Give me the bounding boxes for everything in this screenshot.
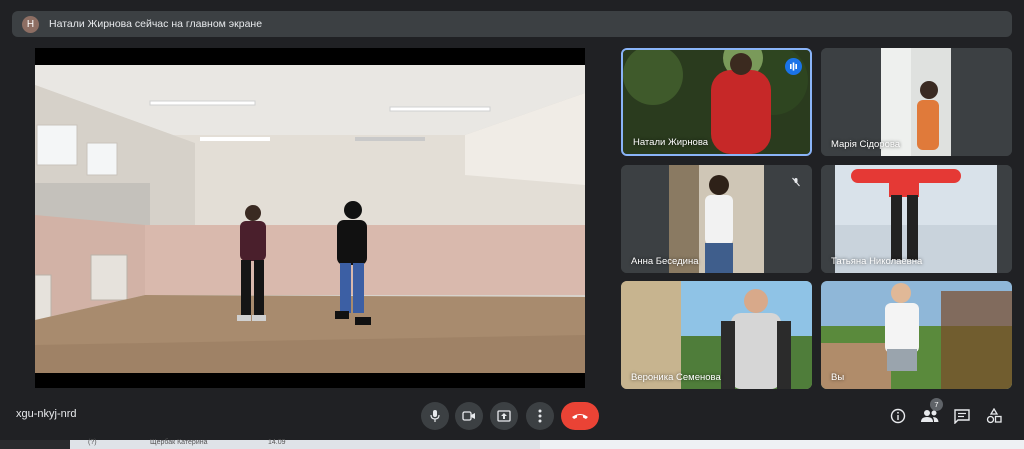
main-video-frame xyxy=(35,65,585,373)
mic-muted-indicator xyxy=(787,173,804,190)
strip-help-text: (?) xyxy=(88,439,97,446)
participant-tile[interactable]: Вероника Семенова xyxy=(621,281,812,389)
participant-video xyxy=(821,281,1012,389)
notice-text: Натали Жирнова сейчас на главном экране xyxy=(49,18,263,30)
meeting-info-button[interactable] xyxy=(886,404,910,428)
main-video[interactable] xyxy=(35,48,585,388)
background-window-strip: (?) Щербак Катерина 14.09 xyxy=(0,439,1024,449)
background-window-right xyxy=(540,440,1024,449)
participant-tile[interactable]: Татьяна Николаевна xyxy=(821,165,1012,273)
chat-button[interactable] xyxy=(950,404,974,428)
activities-icon xyxy=(986,408,1002,424)
audio-wave-icon xyxy=(790,62,797,71)
activities-button[interactable] xyxy=(982,404,1006,428)
more-icon xyxy=(538,409,542,423)
meet-window: Н Натали Жирнова сейчас на главном экран… xyxy=(0,0,1024,449)
mic-icon xyxy=(430,410,440,422)
chat-icon xyxy=(954,408,970,424)
camera-button[interactable] xyxy=(455,402,483,430)
present-button[interactable] xyxy=(490,402,518,430)
participant-count-badge: 7 xyxy=(930,398,943,411)
dance-hall-scene xyxy=(35,65,585,373)
end-call-button[interactable] xyxy=(561,402,599,430)
background-window: (?) Щербак Катерина 14.09 xyxy=(70,439,540,449)
end-call-icon xyxy=(572,414,588,419)
presenter-notice: Н Натали Жирнова сейчас на главном экран… xyxy=(12,11,1012,37)
participant-tile[interactable]: Анна Беседина xyxy=(621,165,812,273)
strip-date-text: 14.09 xyxy=(268,439,286,446)
participant-tile[interactable]: Натали Жирнова xyxy=(621,48,812,156)
participant-tile[interactable]: Вы xyxy=(821,281,1012,389)
mic-button[interactable] xyxy=(421,402,449,430)
camera-icon xyxy=(462,411,475,421)
present-icon xyxy=(497,410,511,422)
participant-name: Марія Сідорова xyxy=(831,139,901,150)
participant-name: Татьяна Николаевна xyxy=(831,256,923,267)
participant-tile[interactable]: Марія Сідорова xyxy=(821,48,1012,156)
mic-off-icon xyxy=(791,177,800,186)
people-icon xyxy=(921,410,939,422)
speaking-indicator xyxy=(785,58,802,75)
strip-name-text: Щербак Катерина xyxy=(150,439,208,446)
meeting-code: xgu-nkyj-nrd xyxy=(16,408,77,420)
more-options-button[interactable] xyxy=(526,402,554,430)
participant-name: Натали Жирнова xyxy=(633,137,709,148)
participant-name: Вероника Семенова xyxy=(631,372,721,383)
participant-name: Вы xyxy=(831,372,845,383)
info-icon xyxy=(890,408,906,424)
participant-name: Анна Беседина xyxy=(631,256,699,267)
avatar: Н xyxy=(22,15,39,33)
